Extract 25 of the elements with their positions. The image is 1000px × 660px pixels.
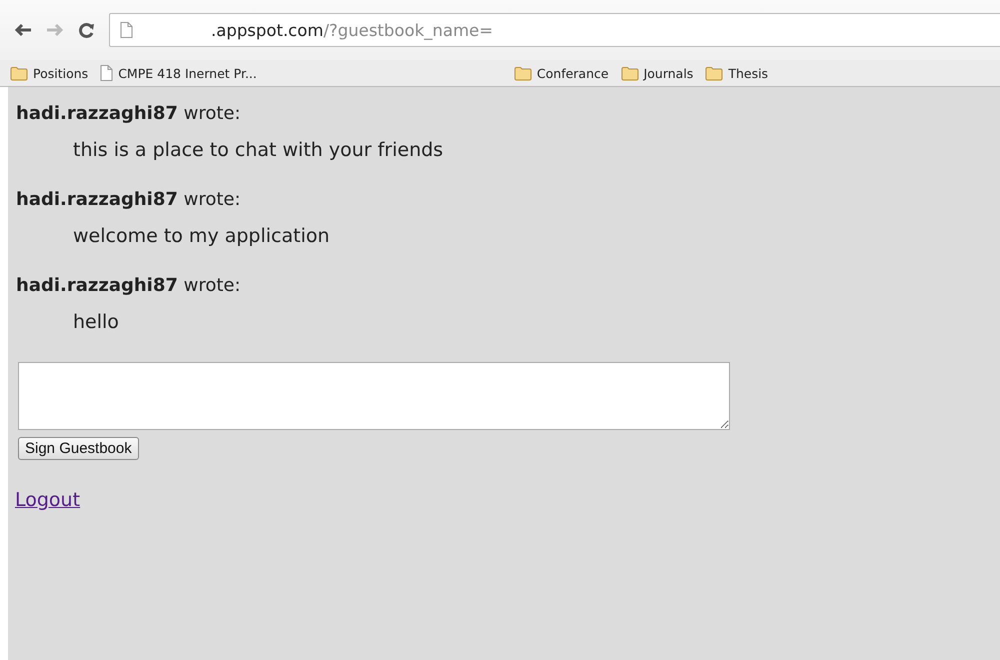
back-icon[interactable] bbox=[14, 23, 32, 37]
message-text: hello bbox=[72, 310, 120, 335]
bookmark-item[interactable]: Positions bbox=[10, 66, 88, 80]
page-icon bbox=[100, 65, 114, 81]
address-bar[interactable]: .appspot.com/?guestbook_name= bbox=[109, 13, 1000, 47]
author-line: hadi.razzaghi87 wrote: bbox=[15, 188, 242, 212]
folder-icon bbox=[705, 66, 724, 80]
message-input[interactable] bbox=[18, 362, 730, 430]
bookmark-item[interactable]: Thesis bbox=[705, 66, 768, 80]
author-line: hadi.razzaghi87 wrote: bbox=[15, 102, 242, 126]
folder-icon bbox=[620, 66, 639, 80]
page-icon bbox=[120, 22, 133, 38]
url-path: /?guestbook_name= bbox=[323, 20, 493, 40]
folder-icon bbox=[10, 66, 28, 80]
reload-icon[interactable] bbox=[78, 22, 95, 38]
sign-guestbook-button[interactable]: Sign Guestbook bbox=[18, 437, 139, 460]
bookmark-item[interactable]: Conferance bbox=[514, 66, 609, 80]
author-line: hadi.razzaghi87 wrote: bbox=[15, 274, 242, 298]
message-text: this is a place to chat with your friends bbox=[72, 138, 444, 163]
logout-link[interactable]: Logout bbox=[15, 489, 80, 511]
bookmark-item[interactable]: Journals bbox=[620, 66, 694, 80]
folder-icon bbox=[514, 66, 532, 80]
bookmark-item[interactable]: CMPE 418 Inernet Pr... bbox=[100, 65, 257, 81]
message-text: welcome to my application bbox=[72, 224, 331, 249]
url-host: .appspot.com bbox=[211, 20, 324, 40]
